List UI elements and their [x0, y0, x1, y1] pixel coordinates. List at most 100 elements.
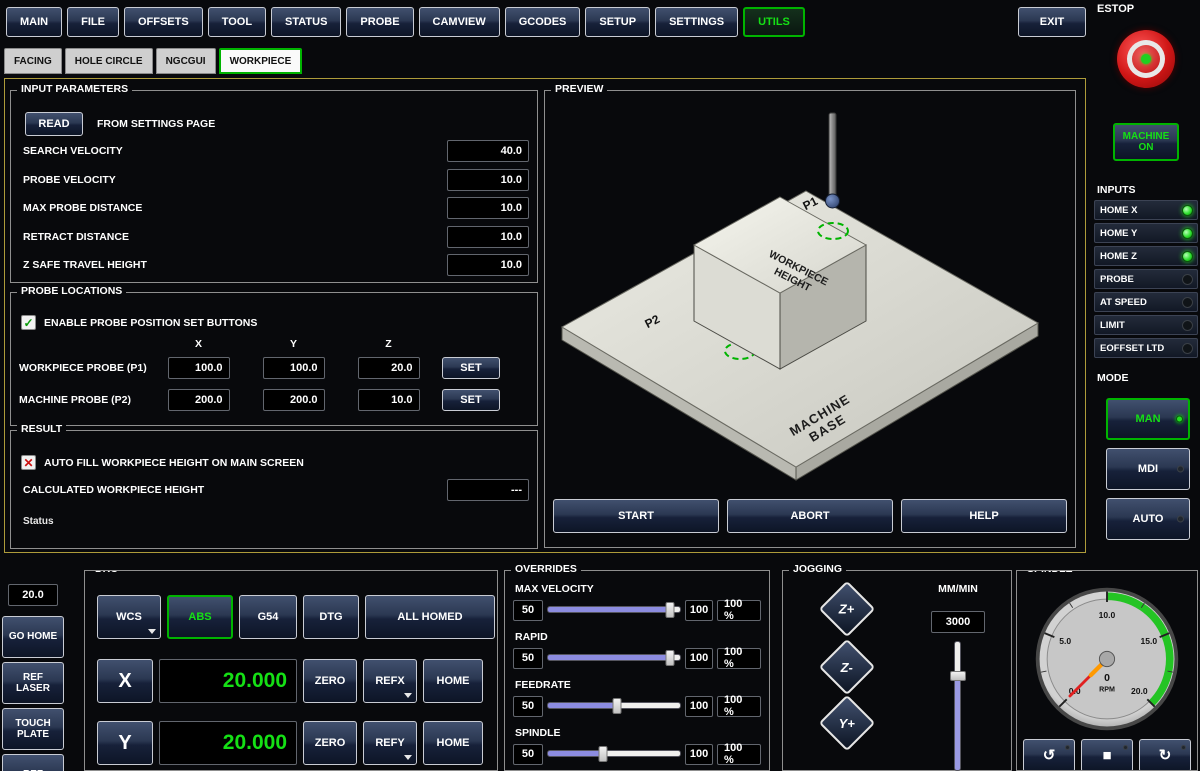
retract-distance-input[interactable]: 10.0	[447, 226, 529, 248]
go-home-button[interactable]: GO HOME	[2, 616, 64, 658]
slider-track[interactable]	[547, 654, 681, 661]
ref-x-button[interactable]: REFX	[363, 659, 417, 703]
dropdown-arrow-icon	[148, 629, 156, 634]
spindle-reverse-led	[1065, 745, 1070, 750]
slider-handle[interactable]	[612, 698, 621, 714]
abs-button[interactable]: ABS	[167, 595, 233, 639]
at-speed-led	[1182, 297, 1193, 308]
spindle-reverse-button[interactable]: ↺	[1023, 739, 1075, 771]
zero-y-button[interactable]: ZERO	[303, 721, 357, 765]
param-label: PROBE VELOCITY	[23, 174, 116, 186]
autofill-height-checkbox[interactable]: ✕	[21, 455, 36, 470]
max-probe-distance-input[interactable]: 10.0	[447, 197, 529, 219]
g54-button[interactable]: G54	[239, 595, 297, 639]
set-p2-button[interactable]: SET	[442, 389, 500, 411]
tab-workpiece[interactable]: WORKPIECE	[219, 48, 303, 74]
spindle-forward-button[interactable]: ↻	[1139, 739, 1191, 771]
start-button[interactable]: START	[553, 499, 719, 533]
mode-auto-button[interactable]: AUTO	[1106, 498, 1190, 540]
abort-button[interactable]: ABORT	[727, 499, 893, 533]
p2-x-input[interactable]: 200.0	[168, 389, 230, 411]
enable-probe-positions-checkbox[interactable]: ✓	[21, 315, 36, 330]
p1-y-input[interactable]: 100.0	[263, 357, 325, 379]
estop-title: ESTOP	[1097, 3, 1134, 15]
rapid-slider[interactable]	[547, 648, 681, 668]
column-header-x: X	[151, 338, 246, 350]
ref-laser-button[interactable]: REF LASER	[2, 662, 64, 704]
feedrate-min: 50	[513, 696, 543, 717]
mode-mdi-button[interactable]: MDI	[1106, 448, 1190, 490]
nav-settings[interactable]: SETTINGS	[655, 7, 738, 37]
nav-utils[interactable]: UTILS	[743, 7, 805, 37]
nav-main[interactable]: MAIN	[6, 7, 62, 37]
z-safe-travel-input[interactable]: 10.0	[447, 254, 529, 276]
param-row: MAX PROBE DISTANCE 10.0	[23, 194, 529, 223]
axis-y-button[interactable]: Y	[97, 721, 153, 765]
exit-button[interactable]: EXIT	[1018, 7, 1086, 37]
home-z-led	[1182, 251, 1193, 262]
jog-z-minus-button[interactable]: Z-	[819, 639, 876, 696]
slider-handle[interactable]	[950, 671, 966, 681]
tab-facing[interactable]: FACING	[4, 48, 62, 74]
all-homed-button[interactable]: ALL HOMED	[365, 595, 495, 639]
read-button[interactable]: READ	[25, 112, 83, 136]
slider-handle[interactable]	[666, 650, 675, 666]
zero-x-button[interactable]: ZERO	[303, 659, 357, 703]
nav-gcodes[interactable]: GCODES	[505, 7, 581, 37]
axis-x-button[interactable]: X	[97, 659, 153, 703]
slider-handle[interactable]	[666, 602, 675, 618]
nav-setup[interactable]: SETUP	[585, 7, 650, 37]
nav-offsets[interactable]: OFFSETS	[124, 7, 203, 37]
tab-ngcgui[interactable]: NGCGUI	[156, 48, 216, 74]
slider-handle[interactable]	[599, 746, 608, 762]
spindle-ovr-slider[interactable]	[547, 744, 681, 764]
nav-probe[interactable]: PROBE	[346, 7, 413, 37]
jog-z-minus-label: Z-	[841, 660, 853, 675]
p1-x-input[interactable]: 100.0	[168, 357, 230, 379]
input-at-speed: AT SPEED	[1094, 292, 1198, 312]
input-home-y: HOME Y	[1094, 223, 1198, 243]
feedrate-percent: 100 %	[717, 696, 761, 717]
ccw-arrow-icon: ↺	[1043, 747, 1056, 764]
machine-on-button[interactable]: MACHINE ON	[1113, 123, 1179, 161]
gauge-hub	[1099, 651, 1114, 666]
group-title: PREVIEW	[551, 83, 607, 95]
nav-status[interactable]: STATUS	[271, 7, 341, 37]
laser-offset-input[interactable]: 20.0	[8, 584, 58, 606]
param-label: RETRACT DISTANCE	[23, 231, 129, 243]
probe-velocity-input[interactable]: 10.0	[447, 169, 529, 191]
home-x-button[interactable]: HOME	[423, 659, 483, 703]
dtg-button[interactable]: DTG	[303, 595, 359, 639]
nav-tool[interactable]: TOOL	[208, 7, 266, 37]
slider-track[interactable]	[954, 641, 961, 771]
jog-y-plus-button[interactable]: Y+	[819, 695, 876, 752]
wcs-button[interactable]: WCS	[97, 595, 161, 639]
search-velocity-input[interactable]: 40.0	[447, 140, 529, 162]
mode-man-button[interactable]: MAN	[1106, 398, 1190, 440]
home-y-button[interactable]: HOME	[423, 721, 483, 765]
estop-button[interactable]	[1117, 30, 1175, 88]
ref-y-button[interactable]: REFY	[363, 721, 417, 765]
rapid-label: RAPID	[515, 631, 769, 643]
max-velocity-slider[interactable]	[547, 600, 681, 620]
stop-icon: ■	[1102, 747, 1111, 764]
p2-z-input[interactable]: 10.0	[358, 389, 420, 411]
slider-track[interactable]	[547, 750, 681, 757]
p2-y-input[interactable]: 200.0	[263, 389, 325, 411]
spindle-stop-button[interactable]: ■	[1081, 739, 1133, 771]
param-label: SEARCH VELOCITY	[23, 145, 123, 157]
slider-track[interactable]	[547, 606, 681, 613]
nav-file[interactable]: FILE	[67, 7, 119, 37]
help-button[interactable]: HELP	[901, 499, 1067, 533]
set-p1-button[interactable]: SET	[442, 357, 500, 379]
jog-z-plus-button[interactable]: Z+	[819, 581, 876, 638]
group-title: RESULT	[17, 423, 66, 435]
jog-rate-slider[interactable]	[949, 641, 967, 771]
nav-camview[interactable]: CAMVIEW	[419, 7, 500, 37]
tab-hole-circle[interactable]: HOLE CIRCLE	[65, 48, 153, 74]
feedrate-slider[interactable]	[547, 696, 681, 716]
touch-plate-button[interactable]: TOUCH PLATE	[2, 708, 64, 750]
ref-button[interactable]: REF	[2, 754, 64, 771]
input-limit: LIMIT	[1094, 315, 1198, 335]
p1-z-input[interactable]: 20.0	[358, 357, 420, 379]
